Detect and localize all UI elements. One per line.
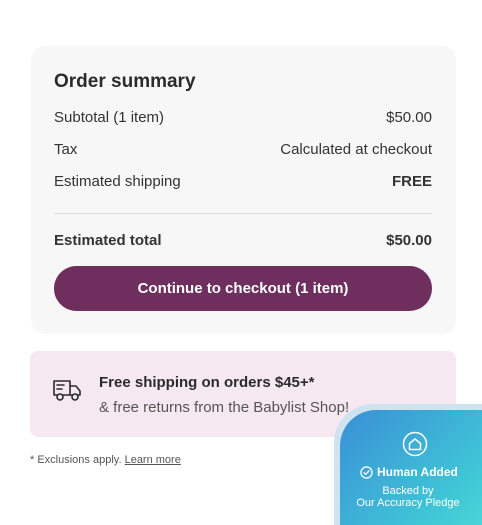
shipping-row: Estimated shipping FREE bbox=[54, 173, 432, 190]
summary-divider bbox=[54, 213, 432, 214]
subtotal-row: Subtotal (1 item) $50.00 bbox=[54, 109, 432, 126]
human-added-badge: Human Added Backed by Our Accuracy Pledg… bbox=[340, 410, 482, 525]
shield-home-icon bbox=[402, 431, 428, 457]
order-summary-card: Order summary Subtotal (1 item) $50.00 T… bbox=[31, 46, 456, 334]
badge-line-1: Backed by bbox=[382, 485, 434, 497]
learn-more-link[interactable]: Learn more bbox=[125, 454, 181, 466]
truck-icon bbox=[53, 380, 81, 401]
promo-title: Free shipping on orders $45+* bbox=[99, 374, 315, 391]
shipping-value: FREE bbox=[391, 173, 432, 190]
subtotal-label: Subtotal (1 item) bbox=[54, 109, 165, 126]
badge-title: Human Added bbox=[377, 465, 458, 479]
badge-title-row: Human Added bbox=[360, 465, 458, 479]
order-summary-title: Order summary bbox=[54, 71, 196, 92]
exclusions-footnote: * Exclusions apply. Learn more bbox=[30, 454, 181, 466]
footnote-text: * Exclusions apply. bbox=[30, 454, 122, 466]
check-circle-icon bbox=[360, 465, 373, 479]
tax-value: Calculated at checkout bbox=[280, 141, 432, 158]
total-label: Estimated total bbox=[54, 232, 162, 249]
promo-subtitle: & free returns from the Babylist Shop! bbox=[99, 399, 350, 416]
total-row: Estimated total $50.00 bbox=[54, 232, 432, 249]
tax-row: Tax Calculated at checkout bbox=[54, 141, 432, 158]
subtotal-value: $50.00 bbox=[386, 109, 432, 126]
total-value: $50.00 bbox=[386, 232, 432, 249]
continue-to-checkout-button[interactable]: Continue to checkout (1 item) bbox=[54, 266, 432, 311]
badge-line-2: Our Accuracy Pledge bbox=[356, 497, 460, 509]
tax-label: Tax bbox=[54, 141, 78, 158]
shipping-label: Estimated shipping bbox=[54, 173, 181, 190]
